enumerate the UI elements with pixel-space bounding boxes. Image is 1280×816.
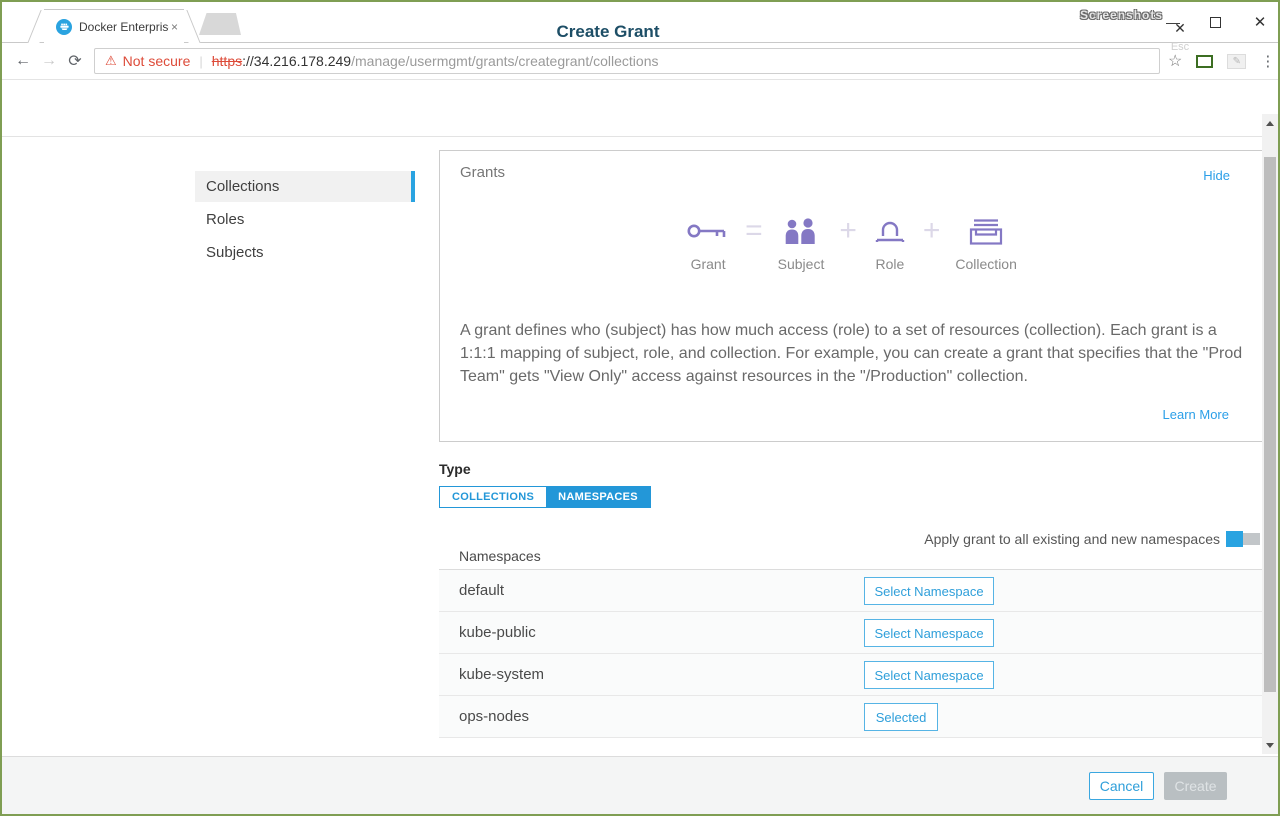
url-path: /manage/usermgmt/grants/creategrant/coll… xyxy=(351,53,658,69)
edit-extension-icon[interactable]: ✎ xyxy=(1227,54,1246,69)
url-separator: | xyxy=(199,54,202,69)
sidebar-item-roles[interactable]: Roles xyxy=(195,204,415,235)
triangle-down-icon xyxy=(1266,743,1274,748)
namespace-name: default xyxy=(459,582,504,599)
equation-label: Subject xyxy=(778,256,825,272)
chrome-menu-icon[interactable]: ⋮ xyxy=(1260,52,1275,70)
vertical-scrollbar[interactable] xyxy=(1262,114,1278,754)
screenshots-watermark: Screenshots xyxy=(1080,8,1163,22)
role-stamp-icon xyxy=(872,215,908,249)
learn-more-link[interactable]: Learn More xyxy=(1163,407,1229,422)
esc-label: Esc xyxy=(1166,41,1194,53)
grant-description: A grant defines who (subject) has how mu… xyxy=(460,319,1252,388)
hide-link[interactable]: Hide xyxy=(1203,168,1230,183)
namespace-name: ops-nodes xyxy=(459,708,529,725)
browser-tab[interactable]: Docker Enterprise Edition × xyxy=(44,9,184,43)
grants-panel-title: Grants xyxy=(460,164,505,181)
address-bar[interactable]: ⚠ Not secure | https://34.216.178.249/ma… xyxy=(94,48,1160,74)
table-row: default Select Namespace xyxy=(439,570,1264,612)
cancel-button[interactable]: Cancel xyxy=(1089,772,1154,800)
create-button[interactable]: Create xyxy=(1164,772,1227,800)
scrollbar-thumb[interactable] xyxy=(1264,157,1276,692)
namespaces-table: Namespaces default Select Namespace kube… xyxy=(439,548,1264,738)
equation-subject: Subject xyxy=(778,215,825,272)
equation-collection: Collection xyxy=(955,215,1016,272)
window-close-button[interactable]: ✕ xyxy=(1247,12,1273,32)
apply-grant-row: Apply grant to all existing and new name… xyxy=(439,530,1264,550)
not-secure-label[interactable]: Not secure xyxy=(123,53,191,69)
triangle-up-icon xyxy=(1266,121,1274,126)
url-host: ://34.216.178.249 xyxy=(242,53,351,69)
subject-people-icon xyxy=(783,215,819,249)
select-namespace-button[interactable]: Select Namespace xyxy=(864,619,994,647)
equation-role: Role xyxy=(872,215,908,272)
grant-equation: Grant = Subject + Role xyxy=(440,215,1263,272)
apply-grant-toggle[interactable] xyxy=(1226,531,1260,547)
plus-operator: + xyxy=(923,215,941,249)
equation-label: Role xyxy=(875,256,904,272)
namespace-name: kube-public xyxy=(459,624,536,641)
browser-window: Screenshots — ✕ Docker Enterprise Editio… xyxy=(0,0,1280,816)
namespaces-header: Namespaces xyxy=(439,548,1264,570)
modal-close-icon[interactable]: ✕ xyxy=(1170,20,1190,37)
sidebar-item-collections[interactable]: Collections xyxy=(195,171,415,202)
type-toggle-group: COLLECTIONS NAMESPACES xyxy=(439,486,651,508)
selected-namespace-button[interactable]: Selected xyxy=(864,703,938,731)
table-row: kube-public Select Namespace xyxy=(439,612,1264,654)
docker-whale-favicon xyxy=(56,19,72,35)
select-namespace-button[interactable]: Select Namespace xyxy=(864,661,994,689)
modal-header xyxy=(2,80,1278,137)
namespace-name: kube-system xyxy=(459,666,544,683)
equals-operator: = xyxy=(745,215,763,249)
apply-grant-label: Apply grant to all existing and new name… xyxy=(924,531,1220,547)
tab-title: Docker Enterprise Edition xyxy=(79,20,169,34)
key-icon xyxy=(686,215,730,249)
warning-triangle-icon: ⚠ xyxy=(105,53,117,69)
plus-operator: + xyxy=(839,215,857,249)
collection-drawer-icon xyxy=(965,215,1007,249)
browser-toolbar: ← → ⟳ ⚠ Not secure | https://34.216.178.… xyxy=(2,43,1278,80)
screenshot-extension-icon[interactable] xyxy=(1196,55,1213,68)
table-row: ops-nodes Selected xyxy=(439,696,1264,738)
url-scheme: https xyxy=(212,53,242,69)
equation-label: Collection xyxy=(955,256,1016,272)
select-namespace-button[interactable]: Select Namespace xyxy=(864,577,994,605)
bookmark-star-icon[interactable]: ☆ xyxy=(1168,51,1182,71)
back-button[interactable]: ← xyxy=(10,52,36,70)
equation-grant: Grant xyxy=(686,215,730,272)
tab-collections[interactable]: COLLECTIONS xyxy=(440,487,546,507)
sidebar-item-subjects[interactable]: Subjects xyxy=(195,237,415,268)
left-nav: Collections Roles Subjects xyxy=(195,171,415,270)
equation-label: Grant xyxy=(691,256,726,272)
tab-namespaces[interactable]: NAMESPACES xyxy=(546,487,650,507)
grants-info-panel: Grants Hide Grant = Subject xyxy=(439,150,1264,442)
tab-close-icon[interactable]: × xyxy=(171,20,178,34)
type-label: Type xyxy=(439,461,471,477)
scroll-up-arrow[interactable] xyxy=(1262,116,1278,130)
scroll-down-arrow[interactable] xyxy=(1262,738,1278,752)
toggle-knob[interactable] xyxy=(1226,531,1243,547)
refresh-button[interactable]: ⟳ xyxy=(62,51,88,71)
footer-bar: Cancel Create xyxy=(2,756,1278,814)
forward-button[interactable]: → xyxy=(36,52,62,70)
table-row: kube-system Select Namespace xyxy=(439,654,1264,696)
